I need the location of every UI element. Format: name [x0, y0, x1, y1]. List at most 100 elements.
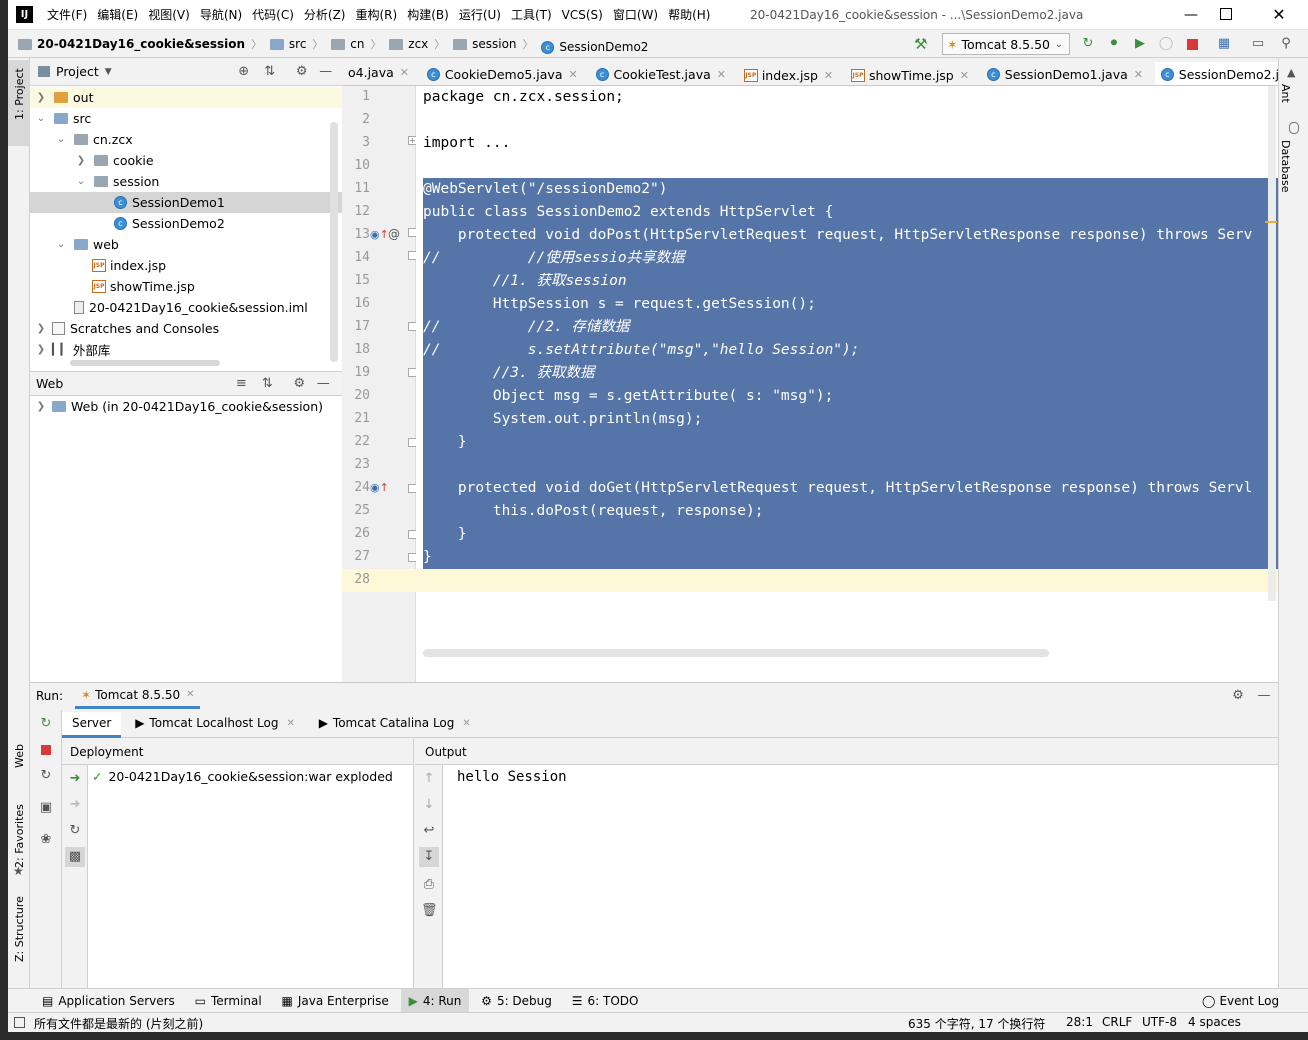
- profile-icon[interactable]: ◯: [1158, 36, 1174, 52]
- tab-cookietest[interactable]: c CookieTest.java ✕: [590, 60, 734, 85]
- ant-tool-label[interactable]: Ant: [1279, 84, 1292, 103]
- close-button[interactable]: ✕: [1264, 0, 1294, 30]
- arrow-down-icon[interactable]: ↓: [421, 797, 437, 813]
- chevron-down-icon[interactable]: ⌄: [34, 113, 48, 124]
- code-editor[interactable]: package cn.zcx.session; import ... @WebSer…: [416, 86, 1278, 682]
- coverage-icon[interactable]: ▶: [1132, 36, 1148, 52]
- hide-icon[interactable]: —: [1256, 688, 1272, 704]
- gear-icon[interactable]: ⚙: [291, 376, 307, 392]
- pin-icon[interactable]: ❀: [38, 832, 54, 848]
- tree-item-scratches[interactable]: ❯ Scratches and Consoles: [30, 318, 342, 339]
- tool-java-enterprise[interactable]: ▦ Java Enterprise: [274, 989, 397, 1013]
- arrow-up-icon[interactable]: ↑: [421, 771, 437, 787]
- tree-item-sessiondemo1[interactable]: c SessionDemo1: [30, 192, 342, 213]
- menu-refactor[interactable]: 重构(R): [351, 0, 403, 30]
- chevron-down-icon[interactable]: ⌄: [74, 176, 88, 187]
- tab-index-jsp[interactable]: JSP index.jsp ✕: [738, 61, 841, 85]
- status-toggle-icon[interactable]: [14, 1017, 25, 1028]
- tab-showtime-jsp[interactable]: JSP showTime.jsp ✕: [845, 61, 977, 85]
- breadcrumb-src[interactable]: src 〉: [269, 30, 323, 58]
- chevron-right-icon[interactable]: ❯: [34, 401, 48, 412]
- menu-tools[interactable]: 工具(T): [506, 0, 557, 30]
- menu-run[interactable]: 运行(U): [454, 0, 506, 30]
- close-icon[interactable]: ✕: [569, 68, 578, 81]
- tree-item-src[interactable]: ⌄ src: [30, 108, 342, 129]
- menu-edit[interactable]: 编辑(E): [92, 0, 143, 30]
- locate-icon[interactable]: ⊕: [236, 64, 252, 80]
- tab-catalina-log[interactable]: ▶ Tomcat Catalina Log ✕: [309, 710, 481, 736]
- collapse-all-icon[interactable]: ⇅: [259, 376, 275, 392]
- tree-item-external-libraries[interactable]: ❯ ▎▎ 外部库: [30, 339, 342, 360]
- status-encoding[interactable]: UTF-8: [1142, 1015, 1177, 1029]
- close-icon[interactable]: ✕: [960, 69, 969, 82]
- tree-item-sessiondemo2[interactable]: c SessionDemo2: [30, 213, 342, 234]
- trash-icon[interactable]: 🗑: [421, 903, 438, 919]
- menu-view[interactable]: 视图(V): [143, 0, 195, 30]
- menu-window[interactable]: 窗口(W): [608, 0, 663, 30]
- menu-analyze[interactable]: 分析(Z): [299, 0, 351, 30]
- maximize-button[interactable]: [1220, 8, 1232, 20]
- expand-all-icon[interactable]: ≡: [233, 376, 249, 392]
- run-config-selector[interactable]: ✶ Tomcat 8.5.50 ⌄: [942, 33, 1070, 55]
- gear-icon[interactable]: ⚙: [1230, 688, 1246, 704]
- close-icon[interactable]: ✕: [286, 718, 294, 729]
- close-icon[interactable]: ✕: [1134, 68, 1143, 81]
- annotation-icon[interactable]: @: [388, 227, 400, 241]
- status-line-separator[interactable]: CRLF: [1102, 1015, 1132, 1029]
- rerun-icon[interactable]: ↻: [1080, 36, 1096, 52]
- update-icon[interactable]: ↻: [38, 768, 54, 784]
- chevron-right-icon[interactable]: ❯: [74, 155, 88, 166]
- tree-item-cookie[interactable]: ❯ cookie: [30, 150, 342, 171]
- soft-wrap-icon[interactable]: ↩: [421, 823, 437, 839]
- database-tool-label[interactable]: Database: [1279, 140, 1292, 193]
- close-icon[interactable]: ✕: [400, 66, 409, 79]
- editor-vscrollbar[interactable]: [1268, 86, 1276, 601]
- hide-icon[interactable]: —: [315, 376, 331, 392]
- artifact-icon[interactable]: ▩: [65, 847, 85, 867]
- tree-item-index-jsp[interactable]: JSP index.jsp: [30, 255, 342, 276]
- build-icon[interactable]: ⚒: [914, 35, 927, 53]
- close-icon[interactable]: ✕: [462, 718, 470, 729]
- structure-tool-label[interactable]: Z: Structure: [13, 896, 26, 962]
- terminal-icon[interactable]: ▭: [1250, 36, 1266, 52]
- scroll-to-end-icon[interactable]: ↧: [419, 847, 439, 867]
- close-icon[interactable]: ✕: [717, 68, 726, 81]
- close-icon[interactable]: ✕: [824, 69, 833, 82]
- tab-sessiondemo2[interactable]: cSessionDemo2.java✕: [1154, 61, 1278, 85]
- hide-icon[interactable]: —: [318, 64, 334, 80]
- close-icon[interactable]: ✕: [186, 689, 194, 700]
- status-position[interactable]: 28:1: [1066, 1015, 1093, 1029]
- deployment-item[interactable]: ✓ 20-0421Day16_cookie&session:war explod…: [92, 769, 393, 784]
- breadcrumb-class[interactable]: c SessionDemo2: [541, 33, 648, 61]
- tree-item-cn-zcx[interactable]: ⌄ cn.zcx: [30, 129, 342, 150]
- collapse-all-icon[interactable]: ⇅: [262, 64, 278, 80]
- tab-cookiedemo5[interactable]: c CookieDemo5.java ✕: [421, 60, 586, 85]
- refresh-icon[interactable]: ↻: [67, 823, 83, 839]
- chevron-right-icon[interactable]: ❯: [34, 344, 48, 355]
- tool-application-servers[interactable]: ▤ Application Servers: [34, 989, 183, 1013]
- project-hscrollbar[interactable]: [70, 360, 220, 366]
- menu-vcs[interactable]: VCS(S): [557, 0, 608, 30]
- print-icon[interactable]: ⎙: [421, 877, 437, 893]
- tab-sessiondemo1[interactable]: c SessionDemo1.java ✕: [981, 60, 1151, 85]
- override-icon[interactable]: ◉↑: [370, 228, 389, 241]
- minimize-button[interactable]: —: [1176, 0, 1206, 30]
- breadcrumb-session[interactable]: session 〉: [453, 30, 534, 58]
- breadcrumb-zcx[interactable]: zcx 〉: [389, 30, 445, 58]
- menu-help[interactable]: 帮助(H): [663, 0, 715, 30]
- run-config-tab[interactable]: ✶ Tomcat 8.5.50 ✕: [75, 683, 201, 709]
- tool-todo[interactable]: ☰ 6: TODO: [564, 989, 647, 1013]
- tree-item-web[interactable]: ⌄ web: [30, 234, 342, 255]
- project-structure-icon[interactable]: ▦: [1216, 36, 1232, 52]
- override-icon[interactable]: ◉↑: [370, 481, 389, 494]
- menu-navigate[interactable]: 导航(N): [195, 0, 247, 30]
- search-icon[interactable]: ⚲: [1278, 36, 1294, 52]
- layout-icon[interactable]: ▣: [38, 800, 54, 816]
- web-tree-item[interactable]: ❯ Web (in 20-0421Day16_cookie&session): [30, 396, 342, 417]
- tree-item-showtime-jsp[interactable]: JSP showTime.jsp: [30, 276, 342, 297]
- tab-o4-java[interactable]: o4.java ✕: [342, 58, 417, 85]
- chevron-right-icon[interactable]: ❯: [34, 323, 48, 334]
- tool-terminal[interactable]: ▭ Terminal: [187, 989, 270, 1013]
- project-scrollbar[interactable]: [330, 122, 338, 362]
- breadcrumb-cn[interactable]: cn 〉: [331, 30, 381, 58]
